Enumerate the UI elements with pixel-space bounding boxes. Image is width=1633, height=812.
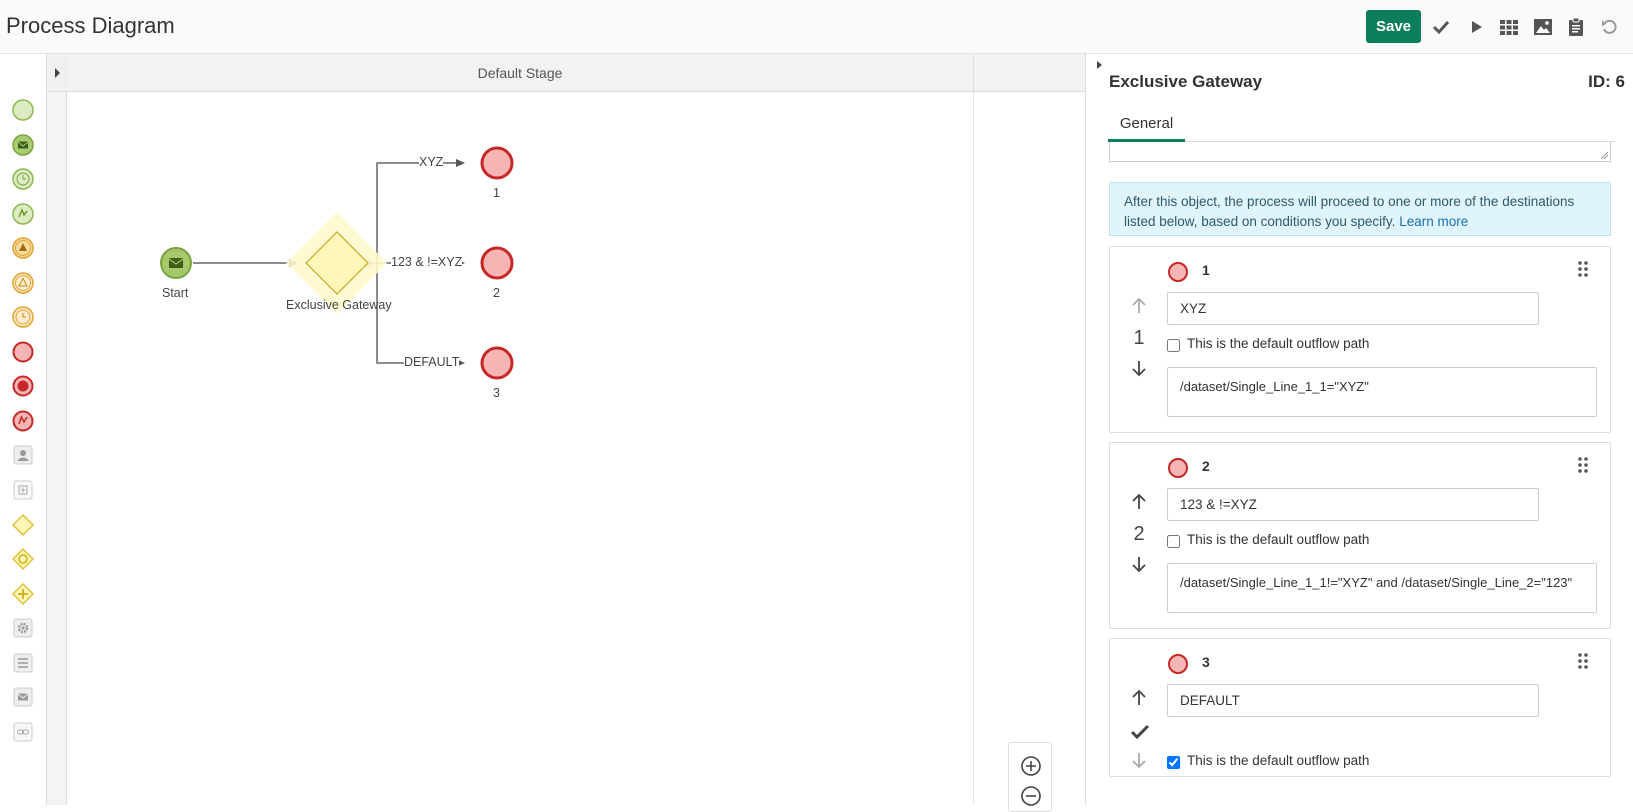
- inclusive-gateway-icon[interactable]: [11, 547, 35, 571]
- outflow-label-input[interactable]: [1167, 292, 1539, 325]
- end-error-icon[interactable]: [11, 409, 35, 433]
- outflow-label-input[interactable]: [1167, 488, 1539, 521]
- end-event-icon: [1168, 262, 1188, 282]
- stage-divider: [973, 92, 974, 805]
- zoom-controls: [1008, 742, 1052, 812]
- end-event-icon: [1168, 654, 1188, 674]
- flow-default: [376, 263, 458, 364]
- element-id: ID: 6: [1588, 72, 1625, 91]
- start-label: Start: [162, 286, 189, 300]
- tab-general[interactable]: General: [1108, 110, 1185, 142]
- end-node-1[interactable]: [480, 146, 514, 180]
- start-signal-icon[interactable]: [11, 202, 35, 226]
- parallel-gateway-icon[interactable]: [11, 582, 35, 606]
- check-icon[interactable]: [1428, 14, 1454, 40]
- condition-field[interactable]: /dataset/Single_Line_1_1="XYZ": [1167, 367, 1597, 417]
- intermediate-escalation-icon[interactable]: [11, 236, 35, 260]
- move-up-icon[interactable]: [1130, 493, 1148, 511]
- outflow-target: 2: [1202, 458, 1210, 474]
- outflow-card: 3 This is the default outflow path: [1109, 638, 1611, 777]
- move-up-icon[interactable]: [1130, 297, 1148, 315]
- default-path-label: This is the default outflow path: [1187, 532, 1370, 547]
- start-message-icon[interactable]: [11, 133, 35, 157]
- default-path-checkbox[interactable]: [1167, 535, 1180, 548]
- intermediate-timer-icon[interactable]: [11, 305, 35, 329]
- undo-icon[interactable]: [1597, 14, 1623, 40]
- outflow-order: 2: [1133, 523, 1145, 545]
- clipboard-icon[interactable]: [1563, 14, 1589, 40]
- outflow-label-input[interactable]: [1167, 684, 1539, 717]
- default-path-checkbox[interactable]: [1167, 756, 1180, 769]
- exclusive-gateway-icon[interactable]: [11, 513, 35, 537]
- outflow-order: 1: [1133, 327, 1145, 349]
- condition-field[interactable]: /dataset/Single_Line_1_1!="XYZ" and /dat…: [1167, 563, 1597, 613]
- play-icon[interactable]: [1463, 14, 1489, 40]
- image-icon[interactable]: [1530, 14, 1556, 40]
- outflow-card: 1 1 This is the default outflow path /da…: [1109, 246, 1611, 433]
- description-textarea[interactable]: [1109, 142, 1611, 162]
- end-node-3[interactable]: [480, 346, 514, 380]
- zoom-in-icon[interactable]: [1020, 755, 1042, 782]
- grid-icon[interactable]: [1496, 14, 1522, 40]
- end-node-2[interactable]: [480, 246, 514, 280]
- move-down-icon[interactable]: [1130, 555, 1148, 573]
- end-event-icon: [1168, 458, 1188, 478]
- script-task-icon[interactable]: [11, 651, 35, 675]
- zoom-out-icon[interactable]: [1020, 785, 1042, 812]
- outflow-card: 2 2 This is the default outflow path /da…: [1109, 442, 1611, 629]
- send-task-icon[interactable]: [11, 685, 35, 709]
- outflow-target: 1: [1202, 262, 1210, 278]
- subprocess-icon[interactable]: [11, 478, 35, 502]
- start-event-icon[interactable]: [11, 98, 35, 122]
- edge-label-default[interactable]: DEFAULT: [404, 355, 460, 369]
- default-path-label: This is the default outflow path: [1187, 336, 1370, 351]
- end-label-2: 2: [493, 286, 500, 300]
- outflow-target: 3: [1202, 654, 1210, 670]
- panel-title: Exclusive Gateway: [1109, 72, 1263, 91]
- edge-label-123[interactable]: 123 & !=XYZ: [391, 255, 463, 269]
- diagram-canvas[interactable]: Default Stage Start Exclusive Gateway 1: [46, 54, 1128, 812]
- end-label-3: 3: [493, 386, 500, 400]
- start-timer-icon[interactable]: [11, 167, 35, 191]
- start-node[interactable]: [160, 247, 192, 279]
- drag-handle-icon[interactable]: [1576, 455, 1590, 475]
- header-bar: Process Diagram Save: [0, 0, 1633, 54]
- end-label-1: 1: [493, 186, 500, 200]
- default-check-icon: [1130, 723, 1150, 746]
- user-task-icon[interactable]: [11, 443, 35, 467]
- default-path-checkbox[interactable]: [1167, 339, 1180, 352]
- move-up-icon[interactable]: [1130, 689, 1148, 707]
- end-event-icon[interactable]: [11, 340, 35, 364]
- end-terminate-icon[interactable]: [11, 374, 35, 398]
- info-text: After this object, the process will proc…: [1124, 194, 1575, 229]
- drag-handle-icon[interactable]: [1576, 259, 1590, 279]
- move-down-icon[interactable]: [1130, 359, 1148, 377]
- flow-xyz: [364, 162, 458, 264]
- default-path-label: This is the default outflow path: [1187, 753, 1370, 768]
- panel-tabs: General: [1108, 110, 1616, 142]
- panel-collapse-icon[interactable]: [1096, 60, 1104, 73]
- process-diagram: [160, 146, 514, 380]
- properties-panel: Exclusive Gateway ID: 6 General After th…: [1085, 54, 1633, 805]
- info-message: After this object, the process will proc…: [1109, 182, 1611, 236]
- edge-label-xyz[interactable]: XYZ: [419, 155, 444, 169]
- gateway-label: Exclusive Gateway: [286, 298, 392, 312]
- save-button[interactable]: Save: [1366, 10, 1421, 43]
- intermediate-signal-icon[interactable]: [11, 271, 35, 295]
- learn-more-link[interactable]: Learn more: [1399, 214, 1468, 229]
- shape-palette: [0, 54, 46, 805]
- move-down-icon[interactable]: [1130, 751, 1148, 774]
- link-icon[interactable]: [11, 720, 35, 744]
- page-title: Process Diagram: [6, 13, 175, 38]
- service-task-icon[interactable]: [11, 616, 35, 640]
- drag-handle-icon[interactable]: [1576, 651, 1590, 671]
